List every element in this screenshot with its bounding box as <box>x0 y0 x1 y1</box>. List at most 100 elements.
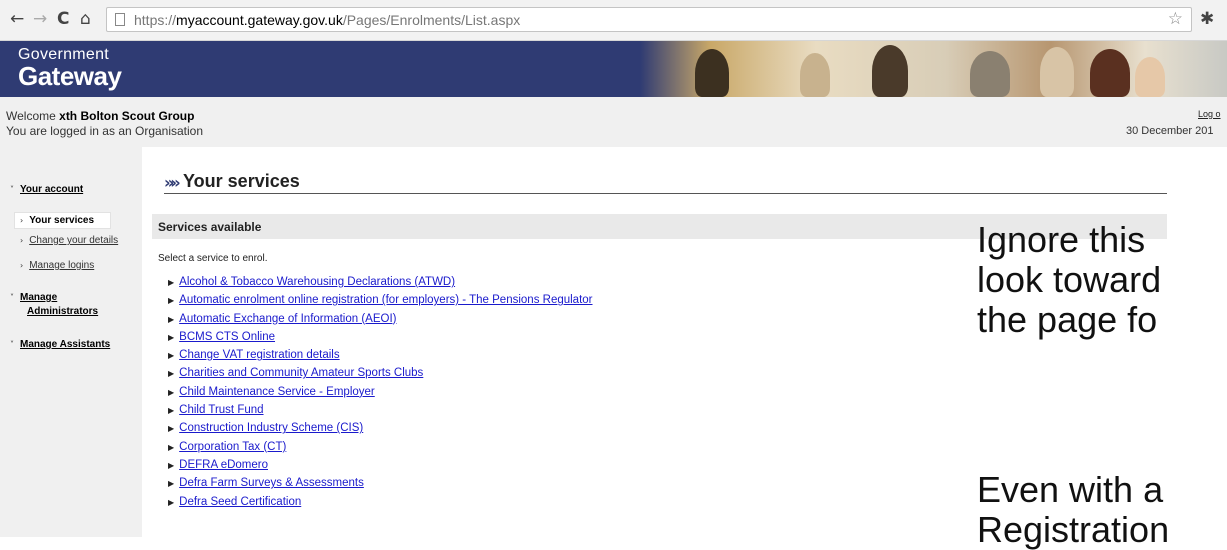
service-list-item[interactable]: ▶ Defra Farm Surveys & Assessments <box>168 476 593 494</box>
instruction-text: Select a service to enrol. <box>158 253 268 264</box>
sidebar-item-manage-administrators-line2[interactable]: Administrators <box>27 306 98 317</box>
sidebar-item-label: Your services <box>29 215 95 226</box>
service-list-item[interactable]: ▶ Charities and Community Amateur Sports … <box>168 366 593 384</box>
back-arrow-icon[interactable]: ← <box>10 9 24 29</box>
service-link[interactable]: Defra Farm Surveys & Assessments <box>179 477 364 489</box>
sidebar-item-manage-logins[interactable]: › Manage logins <box>20 260 94 271</box>
service-link[interactable]: Automatic enrolment online registration … <box>179 294 592 306</box>
sidebar-item-label: Change your details <box>29 235 119 246</box>
triangle-bullet-icon: ▶ <box>168 460 175 470</box>
service-link[interactable]: DEFRA eDomero <box>179 459 268 471</box>
chevron-down-icon: ˅ <box>10 340 14 349</box>
reload-icon[interactable]: C <box>57 9 69 29</box>
star-icon[interactable]: ☆ <box>1168 9 1183 29</box>
site-banner: Government Gateway <box>0 41 1227 97</box>
forward-arrow-icon[interactable]: → <box>33 9 47 29</box>
double-chevron-icon: »» <box>164 173 181 192</box>
triangle-bullet-icon: ▶ <box>168 332 175 342</box>
url-text[interactable]: https://myaccount.gateway.gov.uk/Pages/E… <box>134 12 520 28</box>
chevron-right-icon: › <box>20 236 24 245</box>
overlay-text-line: look toward <box>977 260 1162 300</box>
page-icon <box>115 13 125 26</box>
service-link[interactable]: Construction Industry Scheme (CIS) <box>179 422 363 434</box>
photo-person-5 <box>1040 47 1074 97</box>
browser-toolbar: ← → C ⌂ https://myaccount.gateway.gov.uk… <box>0 0 1227 41</box>
service-link[interactable]: Child Maintenance Service - Employer <box>179 386 375 398</box>
photo-person-7 <box>1135 57 1165 97</box>
triangle-bullet-icon: ▶ <box>168 424 175 434</box>
banner-photo <box>640 41 1227 97</box>
service-link[interactable]: Corporation Tax (CT) <box>179 441 286 453</box>
service-link[interactable]: Child Trust Fund <box>179 404 263 416</box>
photo-person-4 <box>970 51 1010 97</box>
service-list-item[interactable]: ▶ Child Trust Fund <box>168 403 593 421</box>
service-list-item[interactable]: ▶ Child Maintenance Service - Employer <box>168 385 593 403</box>
service-link[interactable]: Charities and Community Amateur Sports C… <box>179 367 423 379</box>
overlay-text-line: Ignore this <box>977 220 1146 260</box>
photo-person-6 <box>1090 49 1130 97</box>
service-link[interactable]: Defra Seed Certification <box>179 496 301 508</box>
logged-in-status: You are logged in as an Organisation <box>6 124 204 138</box>
triangle-bullet-icon: ▶ <box>168 497 175 507</box>
address-bar[interactable]: https://myaccount.gateway.gov.uk/Pages/E… <box>106 7 1192 32</box>
services-heading: Services available <box>158 220 262 234</box>
chevron-right-icon: › <box>20 216 24 225</box>
page-title: Your services <box>183 171 300 191</box>
sidebar-item-label: Manage <box>20 292 58 303</box>
triangle-bullet-icon: ▶ <box>168 479 175 489</box>
sidebar-item-your-services[interactable]: › Your services <box>20 215 94 226</box>
current-date: 30 December 201 <box>1126 125 1214 137</box>
service-link[interactable]: Change VAT registration details <box>179 349 339 361</box>
sidebar-item-label: Manage Assistants <box>20 339 111 350</box>
service-list-item[interactable]: ▶ Construction Industry Scheme (CIS) <box>168 421 593 439</box>
triangle-bullet-icon: ▶ <box>168 314 175 324</box>
service-list-item[interactable]: ▶ Defra Seed Certification <box>168 495 593 513</box>
welcome-message: Welcome xth Bolton Scout Group <box>6 109 194 123</box>
extension-icon[interactable]: ✱ <box>1200 9 1214 29</box>
service-list-item[interactable]: ▶ Change VAT registration details <box>168 348 593 366</box>
triangle-bullet-icon: ▶ <box>168 278 175 287</box>
service-link[interactable]: Alcohol & Tobacco Warehousing Declaratio… <box>179 276 455 288</box>
government-gateway-logo[interactable]: Government Gateway <box>18 47 122 91</box>
sidebar-item-label: Manage logins <box>29 260 95 271</box>
triangle-bullet-icon: ▶ <box>168 387 175 397</box>
photo-person-1 <box>695 49 729 97</box>
welcome-prefix: Welcome <box>6 109 60 123</box>
service-link[interactable]: BCMS CTS Online <box>179 331 275 343</box>
overlay-text-line: Registration <box>977 510 1170 550</box>
page-title-row: »» Your services <box>164 171 1167 194</box>
service-list-item[interactable]: ▶ Automatic Exchange of Information (AEOI… <box>168 312 593 330</box>
welcome-bar: Welcome xth Bolton Scout Group You are l… <box>0 97 1227 147</box>
triangle-bullet-icon: ▶ <box>168 296 175 306</box>
triangle-bullet-icon: ▶ <box>168 369 175 379</box>
service-list-item[interactable]: ▶ Corporation Tax (CT) <box>168 440 593 458</box>
logout-link[interactable]: Log o <box>1198 109 1221 119</box>
left-sidebar: ˅ Your account › Your services › Change you… <box>0 147 142 537</box>
service-list-item[interactable]: ▶ Automatic enrolment online registration… <box>168 293 593 311</box>
logo-big-text: Gateway <box>18 61 122 91</box>
services-list: ▶ Alcohol & Tobacco Warehousing Declarati… <box>168 275 593 513</box>
chevron-right-icon: › <box>20 261 24 270</box>
sidebar-item-label: Your account <box>20 184 84 195</box>
home-icon[interactable]: ⌂ <box>80 9 91 29</box>
triangle-bullet-icon: ▶ <box>168 442 175 452</box>
organisation-name: xth Bolton Scout Group <box>59 109 195 123</box>
sidebar-item-your-account[interactable]: ˅ Your account <box>10 184 83 195</box>
chevron-down-icon: ˅ <box>10 185 14 194</box>
triangle-bullet-icon: ▶ <box>168 351 175 361</box>
service-list-item[interactable]: ▶ DEFRA eDomero <box>168 458 593 476</box>
photo-person-2 <box>800 53 830 97</box>
sidebar-item-change-details[interactable]: › Change your details <box>20 235 118 246</box>
service-list-item[interactable]: ▶ Alcohol & Tobacco Warehousing Declarati… <box>168 275 593 293</box>
chevron-down-icon: ˅ <box>10 293 14 302</box>
sidebar-item-manage-administrators[interactable]: ˅ Manage <box>10 292 57 303</box>
service-list-item[interactable]: ▶ BCMS CTS Online <box>168 330 593 348</box>
sidebar-item-label: Administrators <box>27 306 99 317</box>
overlay-text-line: Even with a <box>977 470 1164 510</box>
service-link[interactable]: Automatic Exchange of Information (AEOI) <box>179 313 396 325</box>
sidebar-item-manage-assistants[interactable]: ˅ Manage Assistants <box>10 339 110 350</box>
photo-person-3 <box>872 45 908 97</box>
url-host: myaccount.gateway.gov.uk <box>176 12 343 28</box>
overlay-text-line: the page fo <box>977 300 1158 340</box>
triangle-bullet-icon: ▶ <box>168 406 175 416</box>
